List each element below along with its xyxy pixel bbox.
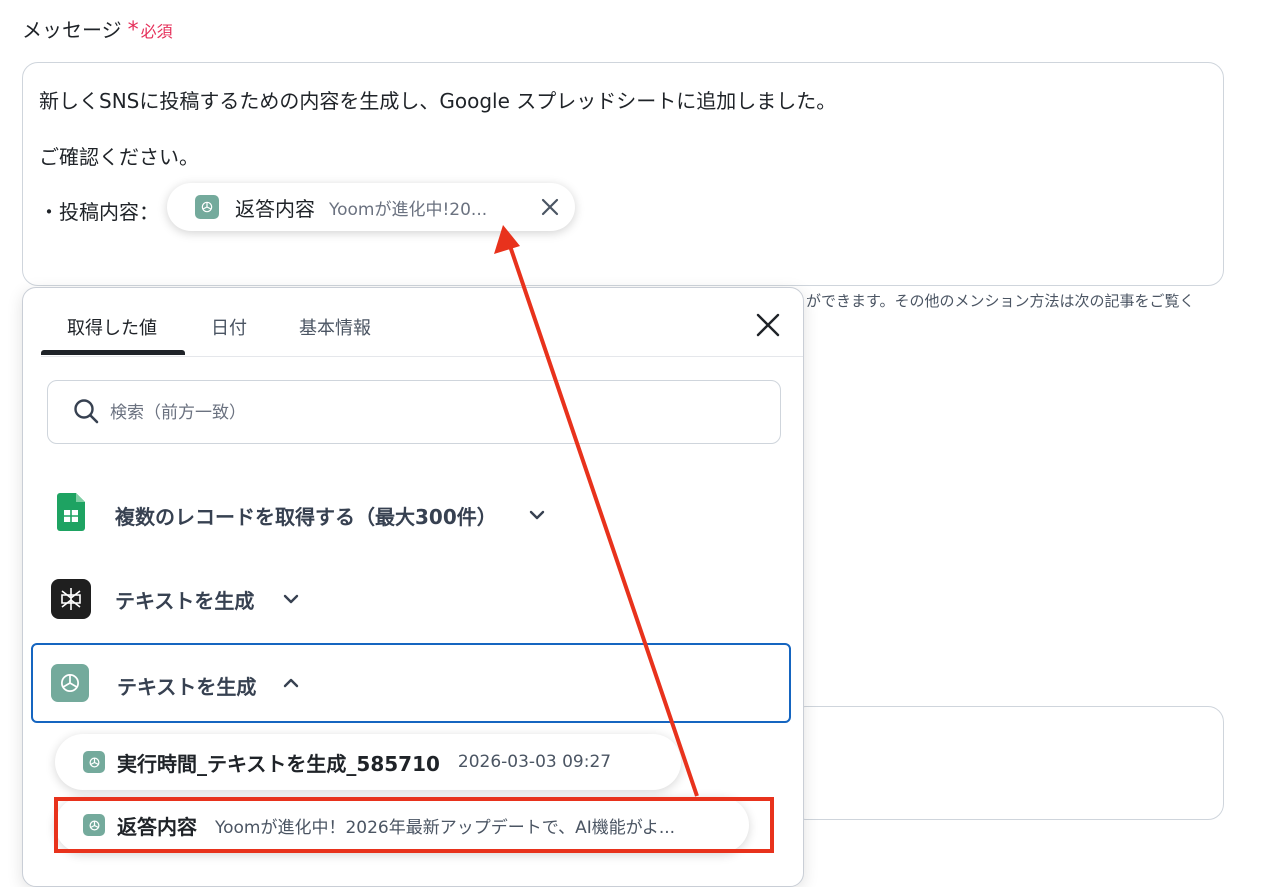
active-tab-indicator — [41, 350, 185, 355]
inserted-variable-chip[interactable]: 返答内容 Yoomが進化中!20... — [167, 183, 575, 231]
search-input[interactable] — [108, 391, 712, 435]
chevron-down-icon[interactable] — [527, 505, 547, 525]
close-icon[interactable] — [755, 312, 781, 338]
search-icon — [74, 399, 99, 424]
chip-label: 返答内容 — [235, 196, 315, 221]
tab-date[interactable]: 日付 — [211, 314, 247, 340]
group-title: 複数のレコードを取得する（最大300件） — [115, 505, 497, 529]
field-label-text: メッセージ — [22, 18, 122, 42]
next-field-box[interactable] — [790, 706, 1224, 820]
list-item-execution-time[interactable]: 実行時間_テキストを生成_585710 2026-03-03 09:27 — [55, 734, 681, 790]
required-mark: * — [127, 18, 139, 43]
item-value: 2026-03-03 09:27 — [457, 752, 612, 772]
group-get-records[interactable]: 複数のレコードを取得する（最大300件） — [31, 475, 791, 555]
helper-text: ができます。その他のメンション方法は次の記事をご覧く — [806, 292, 1195, 310]
chip-value: Yoomが進化中!20... — [329, 199, 488, 220]
group-title: テキストを生成 — [115, 589, 255, 613]
tab-acquired-values[interactable]: 取得した値 — [67, 314, 157, 340]
chip-remove-icon[interactable] — [539, 196, 561, 218]
message-line-3-prefix: ・投稿内容： — [39, 200, 159, 224]
message-field-label: メッセージ * 必須 — [22, 14, 173, 43]
chatgpt-icon — [195, 195, 219, 219]
item-label: 実行時間_テキストを生成_585710 — [117, 751, 440, 776]
perplexity-icon — [51, 579, 91, 619]
message-editor[interactable]: 新しくSNSに投稿するための内容を生成し、Google スプレッドシートに追加し… — [22, 62, 1224, 286]
chatgpt-icon — [83, 751, 105, 773]
message-line-1: 新しくSNSに投稿するための内容を生成し、Google スプレッドシートに追加し… — [39, 89, 837, 113]
google-sheets-icon — [57, 493, 85, 531]
highlight-box — [54, 797, 774, 853]
chevron-up-icon[interactable] — [281, 673, 301, 693]
group-generate-text-chatgpt[interactable]: テキストを生成 — [31, 643, 791, 723]
group-title: テキストを生成 — [117, 675, 257, 699]
message-line-2: ご確認ください。 — [39, 145, 199, 169]
chatgpt-icon — [51, 664, 89, 702]
required-text: 必須 — [140, 22, 173, 41]
picker-tabs: 取得した値 日付 基本情報 — [41, 288, 803, 357]
chevron-down-icon[interactable] — [281, 589, 301, 609]
group-generate-text-perplexity[interactable]: テキストを生成 — [31, 559, 791, 639]
search-box — [47, 380, 781, 444]
tab-basic-info[interactable]: 基本情報 — [299, 314, 371, 340]
